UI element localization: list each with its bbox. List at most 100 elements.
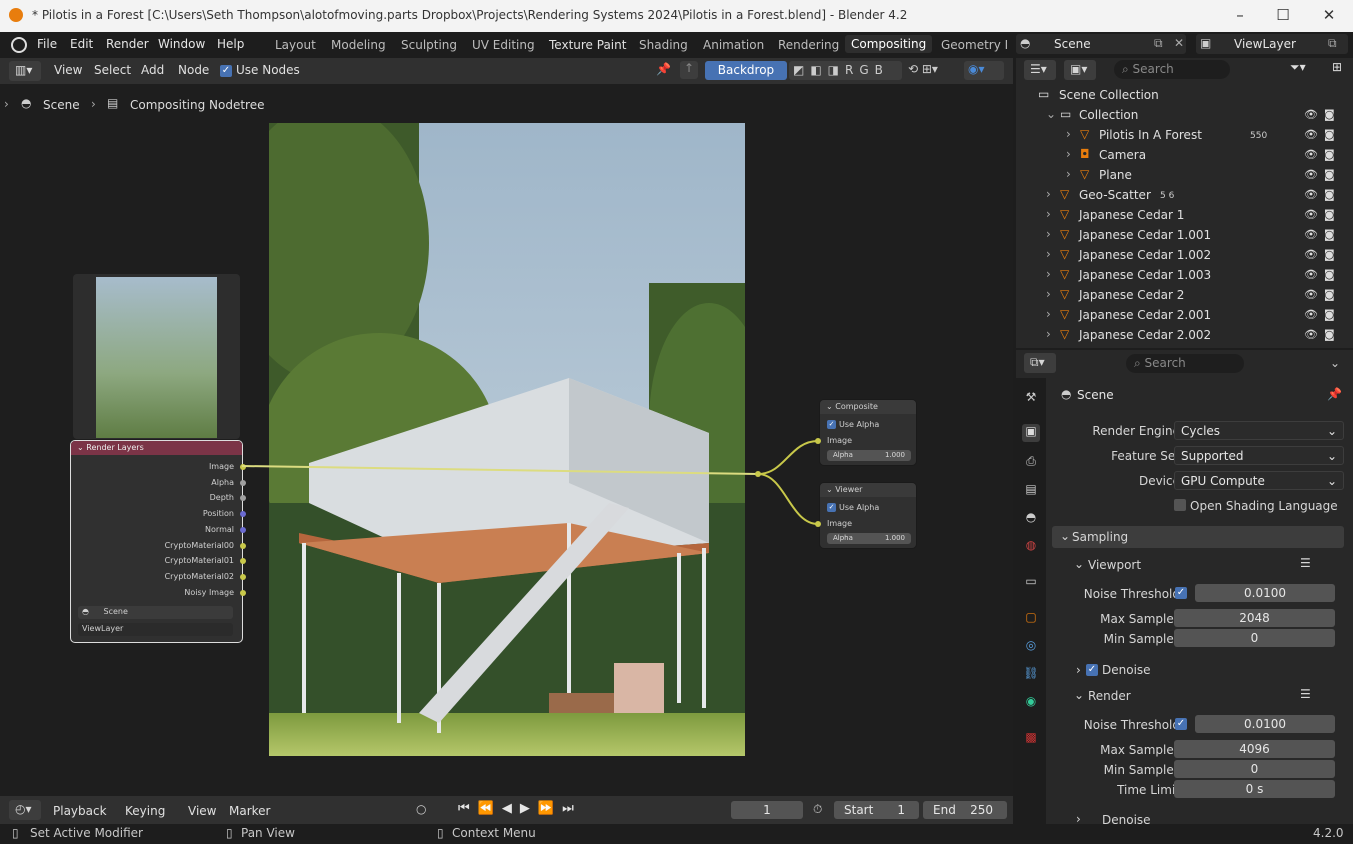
render-visibility-icon[interactable]: ◙	[1324, 268, 1335, 281]
tab-geometry-nodes[interactable]: Geometry No	[941, 38, 1007, 52]
backdrop-toggle[interactable]: Backdrop	[705, 61, 787, 80]
expand-arrow-icon[interactable]: ›	[1046, 187, 1051, 201]
expand-arrow-icon[interactable]: ⌄	[1046, 107, 1056, 121]
visibility-icon[interactable]: 👁	[1304, 288, 1318, 301]
render-visibility-icon[interactable]: ◙	[1324, 208, 1335, 221]
time-limit-field[interactable]: 0 s	[1174, 780, 1335, 798]
visibility-icon[interactable]: 👁	[1304, 308, 1318, 321]
world-tab-icon[interactable]: ◍	[1022, 538, 1040, 556]
output-tab-icon[interactable]: ⎙	[1022, 454, 1040, 472]
menu-edit[interactable]: Edit	[70, 37, 93, 51]
new-viewlayer-icon[interactable]: ⧉	[1328, 36, 1337, 51]
render-visibility-icon[interactable]: ◙	[1324, 288, 1335, 301]
render-visibility-icon[interactable]: ◙	[1324, 228, 1335, 241]
display-mode-icon[interactable]: ▣▾	[1064, 60, 1096, 80]
vp-denoise-label[interactable]: Denoise	[1102, 663, 1151, 677]
scene-tab-icon[interactable]: ◓	[1022, 510, 1040, 528]
remove-scene-icon[interactable]: ✕	[1174, 36, 1184, 50]
stopwatch-icon[interactable]: ⏱	[813, 802, 822, 817]
menu-render[interactable]: Render	[106, 37, 149, 51]
tab-layout[interactable]: Layout	[275, 38, 316, 52]
outliner-row[interactable]: › ▽ Pilotis In A Forest 550 👁 ◙	[1016, 125, 1353, 145]
menu-file[interactable]: File	[37, 37, 57, 51]
tab-animation[interactable]: Animation	[703, 38, 764, 52]
use-nodes-checkbox[interactable]: ✓	[220, 65, 232, 77]
feature-set-dropdown[interactable]: Supported ⌄	[1174, 446, 1344, 465]
visibility-icon[interactable]: 👁	[1304, 268, 1318, 281]
menu-node[interactable]: Node	[178, 63, 209, 77]
visibility-icon[interactable]: 👁	[1304, 108, 1318, 121]
osl-checkbox[interactable]	[1174, 499, 1186, 511]
vp-max-field[interactable]: 2048	[1174, 609, 1335, 627]
expand-arrow-icon[interactable]: ›	[1046, 287, 1051, 301]
close-icon[interactable]: ✕	[1319, 6, 1339, 24]
properties-options-icon[interactable]: ⌄	[1330, 356, 1340, 370]
expand-arrow-icon[interactable]: ›	[1046, 307, 1051, 321]
sampling-panel-header[interactable]: ⌄ Sampling	[1052, 526, 1344, 548]
tab-shading[interactable]: Shading	[639, 38, 688, 52]
expand-arrow-icon[interactable]: ›	[1066, 167, 1071, 181]
viewport-presets-icon[interactable]: ☰	[1300, 556, 1311, 570]
menu-add[interactable]: Add	[141, 63, 164, 77]
blender-menu-icon[interactable]	[11, 37, 27, 53]
outliner-row[interactable]: ⌄ ▭ Collection 👁 ◙	[1016, 105, 1353, 125]
tab-sculpting[interactable]: Sculpting	[401, 38, 457, 52]
parent-tree-icon[interactable]: ↑	[680, 61, 698, 79]
snap-icon[interactable]: ⟲ ⊞▾	[908, 62, 938, 76]
viewport-subpanel[interactable]: Viewport	[1088, 558, 1141, 572]
outliner-row[interactable]: › ▽ Japanese Cedar 2.002 👁 ◙	[1016, 325, 1353, 345]
timeline-view-menu[interactable]: View	[188, 804, 216, 818]
keying-menu[interactable]: Keying	[125, 804, 165, 818]
r-noise-checkbox[interactable]: ✓	[1175, 718, 1187, 730]
physics-tab-icon[interactable]: ◎	[1022, 638, 1040, 656]
render-subpanel[interactable]: Render	[1088, 689, 1131, 703]
outliner-row[interactable]: › ▽ Plane 👁 ◙	[1016, 165, 1353, 185]
expand-arrow-icon[interactable]: ›	[1046, 327, 1051, 341]
expand-arrow-icon[interactable]: ›	[1066, 147, 1071, 161]
outliner-row[interactable]: › ▽ Japanese Cedar 1.001 👁 ◙	[1016, 225, 1353, 245]
expand-arrow-icon[interactable]: ›	[1046, 207, 1051, 221]
properties-editor-icon[interactable]: ⧉▾	[1024, 353, 1056, 373]
outliner-row[interactable]: › ▽ Japanese Cedar 1.002 👁 ◙	[1016, 245, 1353, 265]
visibility-icon[interactable]: 👁	[1304, 168, 1318, 181]
playback-controls[interactable]: ⏮⏪◀▶⏩⏭	[458, 801, 582, 816]
expand-arrow-icon[interactable]: ›	[1066, 127, 1071, 141]
expand-arrow-icon[interactable]: ›	[1046, 247, 1051, 261]
record-icon[interactable]: ○	[416, 802, 426, 816]
outliner-row[interactable]: › ▽ Japanese Cedar 2 👁 ◙	[1016, 285, 1353, 305]
outliner-row[interactable]: › ▽ Geo-Scatter 5 6 👁 ◙	[1016, 185, 1353, 205]
render-visibility-icon[interactable]: ◙	[1324, 128, 1335, 141]
properties-search[interactable]: ⌕ Search	[1126, 354, 1244, 373]
vp-noise-field[interactable]: 0.0100	[1195, 584, 1335, 602]
scene-collection-row[interactable]: ▭ Scene Collection	[1016, 85, 1353, 105]
new-collection-icon[interactable]: ⊞	[1332, 60, 1342, 74]
r-max-field[interactable]: 4096	[1174, 740, 1335, 758]
expand-arrow-icon[interactable]: ›	[1046, 227, 1051, 241]
editor-type-icon[interactable]: ▥▾	[9, 61, 41, 81]
end-frame-field[interactable]: End 250	[923, 801, 1007, 819]
filter-icon[interactable]: ⏷▾	[1290, 60, 1306, 75]
r-denoise-label[interactable]: Denoise	[1102, 813, 1151, 824]
outliner-editor-icon[interactable]: ☰▾	[1024, 60, 1056, 80]
render-tab-icon[interactable]: ▣	[1022, 424, 1040, 442]
tab-rendering[interactable]: Rendering	[778, 38, 839, 52]
outliner-row[interactable]: › ▽ Japanese Cedar 1 👁 ◙	[1016, 205, 1353, 225]
backdrop-channels[interactable]: ◩◧◨RGB	[789, 61, 902, 80]
outliner-row[interactable]: › ▽ Japanese Cedar 1.003 👁 ◙	[1016, 265, 1353, 285]
scene-selector[interactable]: ◓ Scene ⧉ ✕	[1016, 34, 1186, 54]
pin-icon[interactable]: 📌	[656, 62, 671, 76]
visibility-icon[interactable]: 👁	[1304, 328, 1318, 341]
tool-tab-icon[interactable]: ⚒	[1022, 390, 1040, 408]
device-dropdown[interactable]: GPU Compute ⌄	[1174, 471, 1344, 490]
render-visibility-icon[interactable]: ◙	[1324, 248, 1335, 261]
texture-tab-icon[interactable]: ▩	[1022, 730, 1040, 748]
playback-menu[interactable]: Playback	[53, 804, 107, 818]
render-visibility-icon[interactable]: ◙	[1324, 308, 1335, 321]
visibility-icon[interactable]: 👁	[1304, 228, 1318, 241]
new-scene-icon[interactable]: ⧉	[1154, 36, 1163, 51]
current-frame-field[interactable]: 1	[731, 801, 803, 819]
visibility-icon[interactable]: 👁	[1304, 148, 1318, 161]
menu-help[interactable]: Help	[217, 37, 244, 51]
visibility-icon[interactable]: 👁	[1304, 248, 1318, 261]
node-editor[interactable]: › ◓ Scene › ▤ Compositing Nodetree ⌄ Ren…	[0, 84, 1013, 796]
